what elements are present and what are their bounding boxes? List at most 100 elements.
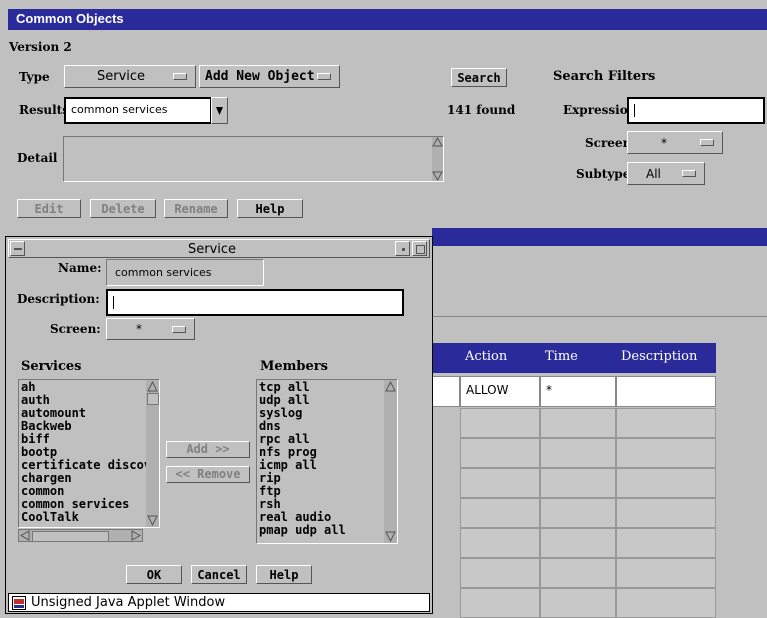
second-title-bar [432, 228, 767, 246]
service-dialog: Service Name: common services Descriptio… [5, 236, 433, 614]
col-time-header: Time [540, 343, 616, 373]
table-empty-rows [432, 408, 716, 618]
expression-label: Expression [563, 103, 637, 117]
scroll-down-icon [385, 531, 396, 543]
applet-status-bar: Unsigned Java Applet Window [8, 593, 430, 612]
expression-field[interactable] [627, 97, 765, 124]
empty-cell [540, 408, 616, 438]
dropdown-knob-icon [317, 73, 331, 80]
dropdown-knob-icon [172, 326, 186, 333]
empty-cell [540, 528, 616, 558]
delete-button[interactable]: Delete [90, 199, 156, 218]
detail-scrollbar[interactable] [432, 137, 443, 181]
cancel-button[interactable]: Cancel [191, 565, 247, 584]
type-value: Service [97, 69, 146, 84]
dialog-title-bar: Service [8, 239, 430, 258]
empty-cell [616, 558, 716, 588]
scroll-right-icon [131, 530, 142, 541]
maximize-icon[interactable] [412, 241, 427, 256]
scroll-up-icon [432, 137, 443, 147]
search-button[interactable]: Search [451, 68, 507, 87]
name-label: Name: [58, 261, 102, 275]
empty-cell [460, 468, 540, 498]
type-label: Type [19, 70, 50, 84]
dialog-screen-dropdown[interactable]: * [106, 318, 195, 340]
members-label: Members [260, 359, 328, 374]
col-action-header: Action [460, 343, 540, 373]
scroll-up-icon [147, 380, 158, 392]
table-cell-description[interactable] [616, 376, 716, 407]
text-cursor-icon [113, 296, 114, 309]
members-list[interactable]: tcp all udp all syslog dns rpc all nfs prog ic… [256, 379, 398, 544]
dropdown-knob-icon [173, 73, 187, 80]
subtype-dropdown[interactable]: All [627, 162, 705, 185]
rename-button[interactable]: Rename [164, 199, 228, 218]
scroll-left-icon [19, 530, 30, 541]
services-item[interactable]: CoolTalk [21, 511, 146, 524]
type-dropdown[interactable]: Service [64, 65, 196, 88]
results-label: Results [19, 103, 69, 117]
subtype-label: Subtype [576, 167, 631, 181]
table-cell-lead[interactable] [432, 376, 460, 407]
scroll-up-icon [385, 380, 396, 392]
scroll-down-icon [147, 515, 158, 527]
description-field[interactable] [106, 289, 404, 316]
java-applet-icon [12, 596, 26, 610]
add-new-object-dropdown[interactable]: Add New Object [199, 65, 340, 88]
dropdown-knob-icon [682, 170, 696, 177]
empty-cell [460, 528, 540, 558]
scroll-down-icon [432, 171, 443, 181]
detail-label: Detail [17, 151, 58, 165]
empty-cell [616, 528, 716, 558]
applet-status-text: Unsigned Java Applet Window [31, 595, 226, 610]
dropdown-knob-icon [700, 139, 714, 146]
hscroll-thumb[interactable] [32, 531, 109, 542]
name-field: common services [106, 259, 264, 286]
empty-cell [540, 438, 616, 468]
empty-cell [460, 588, 540, 618]
version-label: Version 2 [9, 40, 72, 54]
screen-label: Screen [585, 136, 632, 150]
empty-cell [540, 498, 616, 528]
table-cell-action[interactable]: ALLOW [460, 376, 540, 407]
empty-cell [616, 408, 716, 438]
results-dropdown-button[interactable] [211, 97, 228, 124]
services-list[interactable]: ah auth automount Backweb biff bootp certifica… [18, 379, 160, 528]
empty-cell [460, 438, 540, 468]
text-cursor-icon [634, 104, 635, 117]
screen-dropdown[interactable]: * [627, 131, 723, 154]
empty-cell [460, 558, 540, 588]
main-title: Common Objects [16, 11, 124, 26]
edit-button[interactable]: Edit [17, 199, 81, 218]
services-hscrollbar[interactable] [18, 529, 143, 542]
empty-cell [460, 498, 540, 528]
empty-cell [540, 558, 616, 588]
dialog-screen-label: Screen: [50, 322, 101, 336]
members-item[interactable]: pmap udp all [259, 524, 384, 537]
services-list-items: ah auth automount Backweb biff bootp certifica… [19, 380, 148, 525]
ok-button[interactable]: OK [126, 565, 182, 584]
help-button[interactable]: Help [237, 199, 303, 218]
results-field[interactable]: common services [64, 97, 212, 124]
empty-cell [540, 588, 616, 618]
empty-cell [616, 468, 716, 498]
members-scrollbar[interactable] [384, 380, 397, 543]
dialog-help-button[interactable]: Help [256, 565, 312, 584]
screen-value: * [661, 136, 667, 150]
scroll-thumb[interactable] [147, 393, 159, 405]
down-arrow-icon [216, 107, 223, 115]
dialog-title: Service [187, 242, 237, 257]
empty-cell [616, 498, 716, 528]
members-list-items: tcp all udp all syslog dns rpc all nfs prog ic… [257, 380, 386, 538]
detail-textarea[interactable] [63, 136, 444, 182]
services-scrollbar[interactable] [146, 380, 159, 527]
empty-cell [460, 408, 540, 438]
add-button[interactable]: Add >> [166, 441, 250, 458]
minimize-icon[interactable] [395, 241, 410, 256]
divider [432, 316, 767, 317]
add-new-object-label: Add New Object [205, 69, 315, 84]
main-title-bar: Common Objects [8, 9, 767, 30]
remove-button[interactable]: << Remove [166, 466, 250, 483]
search-filters-label: Search Filters [553, 69, 656, 84]
table-cell-time[interactable]: * [540, 376, 616, 407]
